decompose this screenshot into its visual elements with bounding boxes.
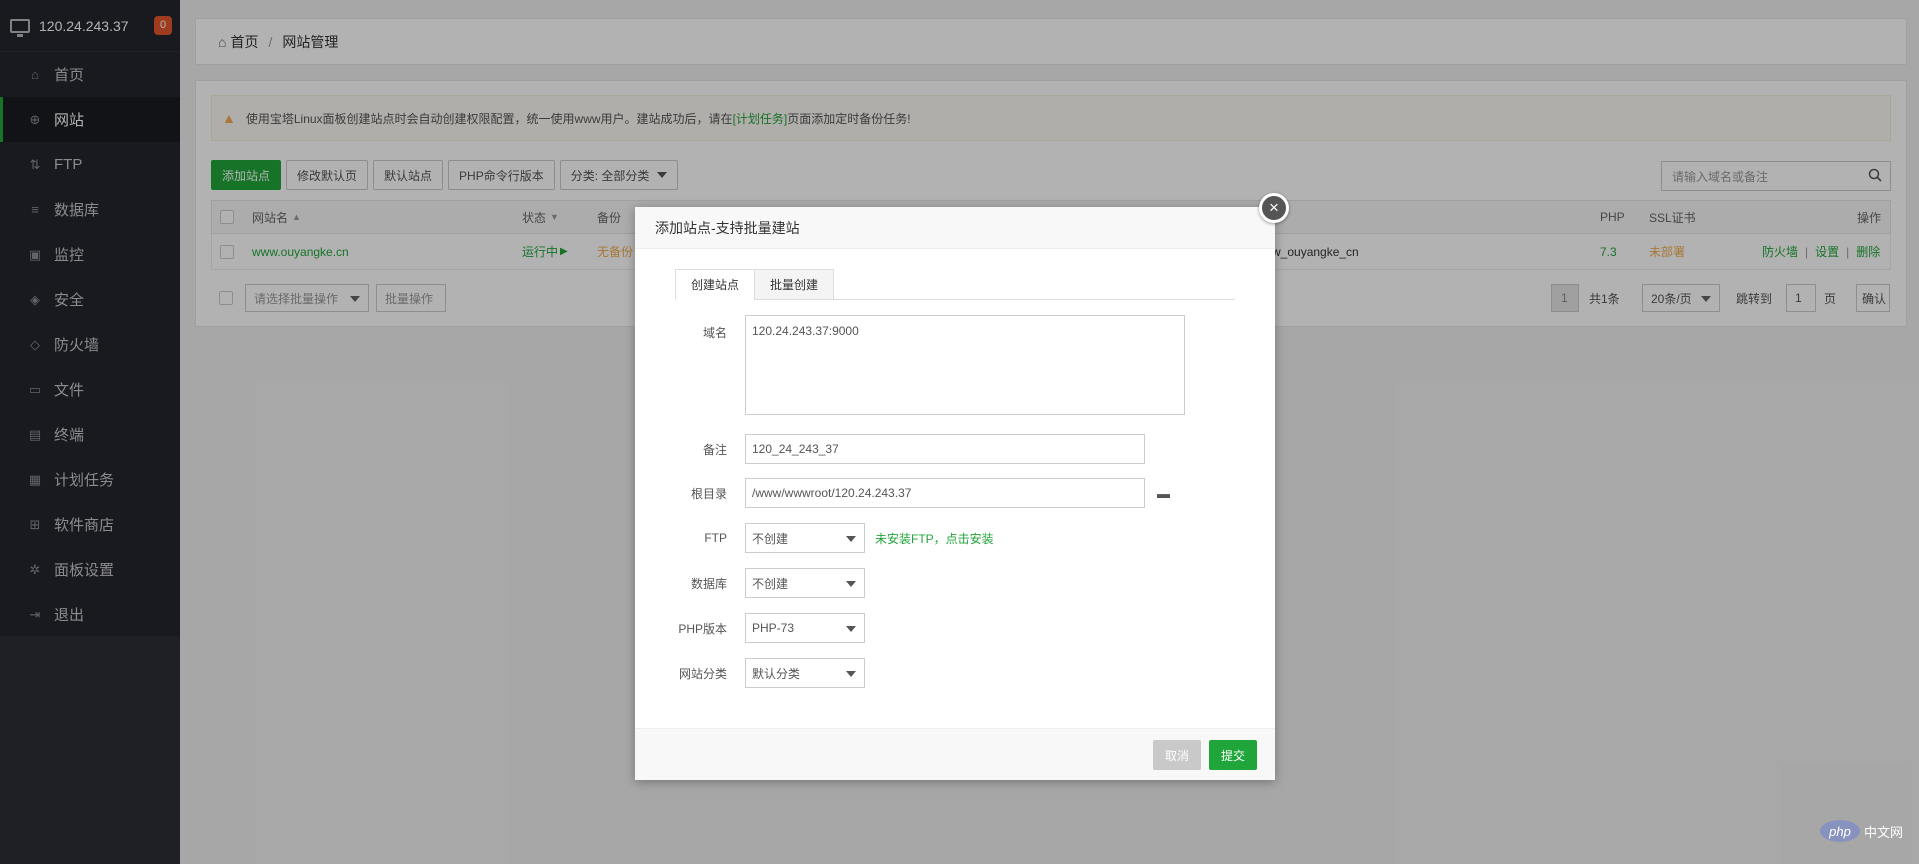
chevron-down-icon <box>846 671 856 677</box>
ftp-label: FTP <box>704 531 727 545</box>
watermark: php 中文网 <box>1820 820 1903 842</box>
dialog-title: 添加站点-支持批量建站 <box>635 207 1275 249</box>
submit-button[interactable]: 提交 <box>1209 740 1257 770</box>
install-ftp-link[interactable]: 未安装FTP，点击安装 <box>875 530 994 547</box>
folder-open-icon[interactable]: ▬ <box>1157 486 1170 501</box>
domain-textarea[interactable]: 120.24.243.37:9000 <box>745 315 1185 415</box>
dialog-footer: 取消 提交 <box>635 728 1275 780</box>
site-category-select-value: 默认分类 <box>752 666 801 681</box>
php-version-select[interactable]: PHP-73 <box>745 613 865 643</box>
dialog-tabs: 创建站点 批量创建 <box>675 269 1235 300</box>
add-site-dialog: 添加站点-支持批量建站 × 创建站点 批量创建 域名 120.24.243.37… <box>635 193 1289 780</box>
database-select-value: 不创建 <box>752 576 789 591</box>
tab-create-site[interactable]: 创建站点 <box>675 269 756 300</box>
root-dir-input[interactable]: /www/wwwroot/120.24.243.37 <box>745 478 1145 508</box>
php-version-select-value: PHP-73 <box>752 621 795 635</box>
chevron-down-icon <box>846 626 856 632</box>
watermark-text: 中文网 <box>1864 824 1904 840</box>
database-label: 数据库 <box>690 576 727 591</box>
remark-input[interactable]: 120_24_243_37 <box>745 434 1145 464</box>
ftp-select[interactable]: 不创建 <box>745 523 865 553</box>
ftp-select-value: 不创建 <box>752 531 789 546</box>
chevron-down-icon <box>846 536 856 542</box>
tab-batch-create[interactable]: 批量创建 <box>754 269 835 300</box>
site-category-select[interactable]: 默认分类 <box>745 658 865 688</box>
chevron-down-icon <box>846 581 856 587</box>
root-dir-label: 根目录 <box>690 486 727 501</box>
php-logo: php <box>1820 820 1860 842</box>
cancel-button[interactable]: 取消 <box>1153 740 1201 770</box>
site-category-label: 网站分类 <box>678 666 727 681</box>
close-icon[interactable]: × <box>1259 193 1289 223</box>
domain-label: 域名 <box>702 326 727 340</box>
database-select[interactable]: 不创建 <box>745 568 865 598</box>
php-version-label: PHP版本 <box>678 621 727 636</box>
remark-label: 备注 <box>702 442 727 457</box>
